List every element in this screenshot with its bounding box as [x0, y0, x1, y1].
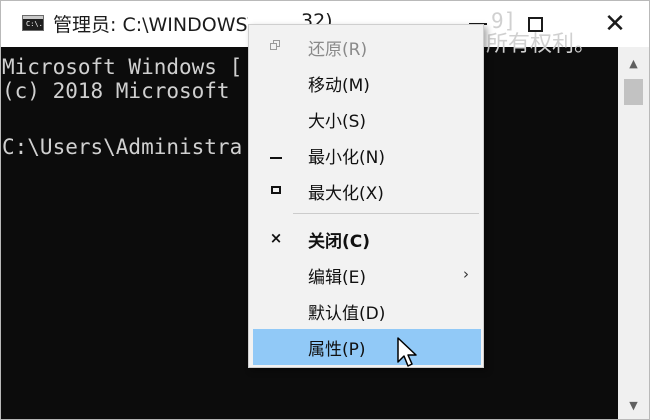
menu-item-maximize-label: 最大化(X) [308, 184, 384, 204]
menu-item-restore-label: 还原(R) [308, 40, 368, 60]
menu-item-close-label: 关闭(C) [308, 232, 371, 252]
maximize-icon [271, 186, 281, 194]
menu-item-maximize[interactable]: 最大化(X) [253, 173, 481, 209]
menu-item-edit-label: 编辑(E) [308, 268, 367, 288]
console-line-2: (c) 2018 Microsoft [2, 79, 230, 103]
menu-item-close[interactable]: × 关闭(C) [253, 221, 481, 257]
app-icon-bar [23, 16, 43, 19]
scroll-up-icon[interactable]: ▲ [618, 53, 649, 73]
console-line-2-tail: 所有权利。 [486, 32, 597, 57]
menu-item-move-label: 移动(M) [308, 76, 370, 96]
menu-item-minimize[interactable]: 最小化(N) [253, 137, 481, 173]
close-icon: × [269, 229, 283, 247]
restore-icon [269, 39, 283, 53]
menu-item-edit[interactable]: 编辑(E) › [253, 257, 481, 293]
console-prompt-line: C:\Users\Administra [2, 135, 243, 159]
menu-item-defaults[interactable]: 默认值(D) [253, 293, 481, 329]
maximize-icon [527, 16, 543, 32]
console-line-1-tail: 9] [491, 9, 517, 33]
menu-item-properties-label: 属性(P) [308, 340, 366, 360]
menu-item-minimize-label: 最小化(N) [308, 148, 385, 168]
menu-item-size-label: 大小(S) [308, 112, 367, 132]
cmd-app-icon[interactable]: C:\. [22, 15, 44, 31]
menu-item-size[interactable]: 大小(S) [253, 101, 481, 137]
app-icon-text: C:\. [26, 20, 43, 28]
menu-item-properties[interactable]: 属性(P) [253, 329, 481, 365]
menu-item-restore[interactable]: 还原(R) [253, 29, 481, 65]
menu-item-defaults-label: 默认值(D) [308, 304, 386, 324]
chevron-right-icon: › [463, 265, 469, 283]
scroll-thumb[interactable] [624, 79, 643, 105]
minimize-icon [270, 157, 282, 159]
menu-item-move[interactable]: 移动(M) [253, 65, 481, 101]
window-title: 管理员: C:\WINDOWS\system32\cmd.exe [53, 14, 248, 36]
console-line-1: Microsoft Windows [ [2, 55, 243, 79]
vertical-scrollbar[interactable]: ▲ ▼ [618, 47, 649, 419]
close-icon: ✕ [604, 9, 626, 39]
mouse-pointer-icon [397, 337, 417, 367]
scroll-down-icon[interactable]: ▼ [618, 395, 649, 415]
system-context-menu: 还原(R) 移动(M) 大小(S) 最小化(N) 最大化(X) × 关闭(C) … [248, 24, 484, 368]
menu-separator [293, 213, 479, 214]
